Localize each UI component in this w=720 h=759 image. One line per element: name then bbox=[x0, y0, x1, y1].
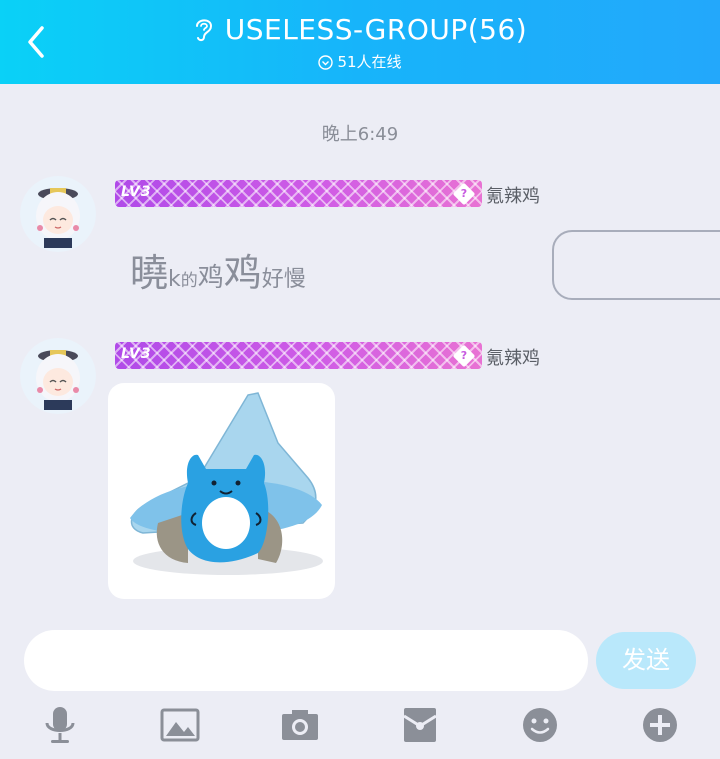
plus-icon[interactable] bbox=[638, 703, 682, 747]
help-mark: ? bbox=[460, 187, 468, 200]
avatar-image bbox=[20, 338, 96, 414]
group-title-row[interactable]: USELESS-GROUP(56) bbox=[0, 12, 720, 48]
message-input[interactable] bbox=[24, 630, 588, 691]
message-timestamp: 晚上6:49 bbox=[321, 124, 399, 145]
send-button[interactable]: 发送 bbox=[596, 632, 696, 689]
sticker-message[interactable] bbox=[108, 383, 335, 599]
help-icon[interactable]: ? bbox=[452, 344, 476, 368]
text-part: 鸡 bbox=[197, 263, 224, 293]
level-badge[interactable]: LV3 ? bbox=[115, 180, 482, 207]
camera-icon[interactable] bbox=[278, 703, 322, 747]
sender-name: 氪辣鸡 bbox=[486, 186, 540, 207]
text-part: 的 bbox=[180, 271, 198, 291]
sticker-image bbox=[130, 392, 323, 575]
group-title: USELESS-GROUP(56) bbox=[224, 13, 528, 46]
floating-panel[interactable] bbox=[552, 230, 720, 300]
image-icon[interactable] bbox=[158, 703, 202, 747]
microphone-icon[interactable] bbox=[38, 703, 82, 747]
chat-header: USELESS-GROUP(56) 51人在线 bbox=[0, 0, 720, 84]
text-part: 曉 bbox=[130, 251, 169, 295]
online-count: 51人在线 bbox=[337, 53, 402, 71]
red-packet-icon[interactable] bbox=[398, 703, 442, 747]
online-status: 51人在线 bbox=[0, 52, 720, 72]
emoji-icon[interactable] bbox=[518, 703, 562, 747]
level-badge[interactable]: LV3 ? bbox=[115, 342, 482, 369]
avatar-image bbox=[20, 176, 96, 252]
text-part: 鸡 bbox=[223, 251, 262, 295]
level-label: LV3 bbox=[121, 346, 152, 362]
text-part: k bbox=[168, 267, 181, 292]
ear-icon bbox=[195, 19, 212, 42]
help-icon[interactable]: ? bbox=[452, 182, 476, 206]
sender-avatar[interactable] bbox=[20, 176, 96, 252]
text-part: 好慢 bbox=[261, 267, 306, 292]
level-label: LV3 bbox=[121, 184, 152, 200]
message-text: 曉k的鸡鸡好慢 bbox=[130, 242, 306, 297]
online-chevron-icon bbox=[318, 55, 334, 70]
help-mark: ? bbox=[460, 349, 468, 362]
sender-name: 氪辣鸡 bbox=[486, 348, 540, 369]
sender-avatar[interactable] bbox=[20, 338, 96, 414]
